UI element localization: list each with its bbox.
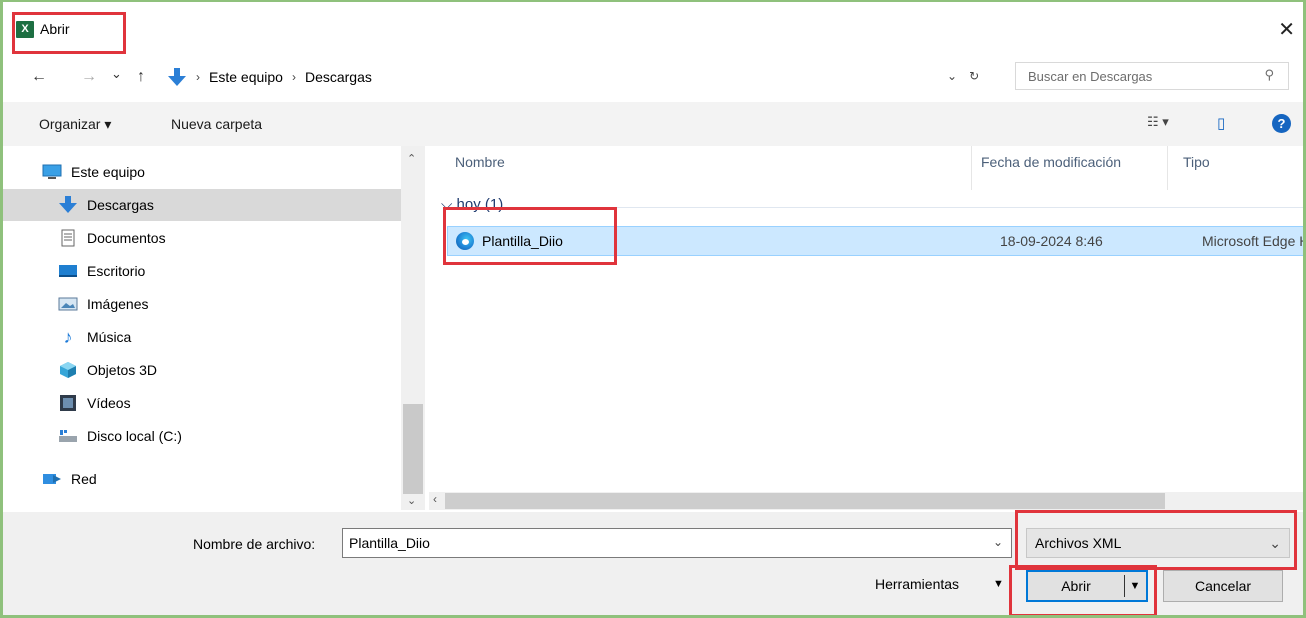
refresh-icon[interactable]: ↻ (969, 69, 979, 83)
filetype-value: Archivos XML (1035, 535, 1122, 551)
filetype-select[interactable]: Archivos XML ⌄ (1026, 528, 1290, 558)
download-icon (57, 196, 79, 214)
breadcrumb-este-equipo[interactable]: Este equipo (209, 69, 283, 85)
dialog-footer: Nombre de archivo: ⌄ Archivos XML ⌄ Herr… (3, 512, 1303, 615)
recent-locations-icon[interactable]: ⌄ (111, 66, 122, 82)
new-folder-button[interactable]: Nueva carpeta (171, 116, 262, 132)
view-options-icon[interactable]: ☷ ▾ (1147, 114, 1169, 130)
sidebar-item-red[interactable]: Red (3, 463, 403, 495)
sidebar-item-label: Imágenes (87, 296, 149, 312)
sidebar-item-descargas[interactable]: Descargas (3, 189, 403, 221)
document-icon (57, 229, 79, 247)
filename-input[interactable] (349, 535, 959, 551)
column-header-name[interactable]: Nombre (455, 154, 505, 170)
excel-icon: X (16, 20, 34, 38)
up-arrow-icon[interactable]: ↑ (137, 68, 145, 86)
sidebar-item-objetos-3d[interactable]: Objetos 3D (3, 354, 403, 386)
sidebar-item-documentos[interactable]: Documentos (3, 222, 403, 254)
file-name: Plantilla_Diio (482, 233, 563, 249)
open-button-label: Abrir (1061, 578, 1091, 594)
sidebar-item-label: Este equipo (71, 164, 145, 180)
sidebar-item-label: Disco local (C:) (87, 428, 182, 444)
address-bar[interactable]: › Este equipo › Descargas (165, 62, 1005, 92)
music-icon: ♪ (63, 326, 73, 347)
tools-menu[interactable]: Herramientas (875, 576, 959, 592)
address-dropdown-icon[interactable]: ⌄ (947, 69, 957, 83)
download-icon (168, 68, 186, 86)
sidebar-item-imagenes[interactable]: Imágenes (3, 288, 403, 320)
horizontal-scroll-thumb[interactable] (445, 493, 1165, 509)
help-icon[interactable]: ? (1272, 114, 1291, 133)
filename-label: Nombre de archivo: (193, 536, 316, 552)
command-bar: Organizar ▾ Nueva carpeta ☷ ▾ ▯ ? (3, 102, 1303, 146)
address-row: ← → ⌄ ↑ › Este equipo › Descargas ⌄ ↻ Bu… (3, 60, 1303, 94)
sidebar-item-disco-local[interactable]: Disco local (C:) (3, 420, 403, 452)
column-header-date[interactable]: Fecha de modificación (981, 154, 1121, 170)
column-header-type[interactable]: Tipo (1183, 154, 1210, 170)
scroll-down-icon[interactable]: ⌄ (407, 494, 416, 507)
computer-icon (41, 163, 63, 181)
title-wrap: X Abrir (12, 14, 70, 44)
scroll-left-icon[interactable]: ‹ (433, 492, 437, 506)
scroll-up-icon[interactable]: ⌃ (407, 152, 416, 165)
breadcrumb-separator: › (196, 70, 200, 84)
open-dialog: X Abrir ✕ ← → ⌄ ↑ › Este equipo › Descar… (0, 0, 1306, 618)
pictures-icon (57, 295, 79, 313)
sidebar-item-label: Objetos 3D (87, 362, 158, 378)
videos-icon (57, 394, 79, 412)
sidebar-item-label: Documentos (87, 230, 166, 246)
nav-scroll-thumb[interactable] (403, 404, 423, 494)
objects3d-icon (57, 361, 79, 379)
open-dropdown-icon[interactable]: ▼ (1125, 580, 1145, 592)
filename-field[interactable]: ⌄ (342, 528, 1012, 558)
drive-icon (57, 427, 79, 445)
title-bar: X Abrir ✕ (3, 2, 1303, 52)
close-icon[interactable]: ✕ (1278, 20, 1295, 40)
group-header-label: hoy (1) (456, 196, 504, 213)
group-divider (533, 207, 1303, 208)
sidebar-item-label: Red (71, 471, 97, 487)
network-icon (41, 470, 63, 488)
chevron-down-icon[interactable]: ⌄ (993, 535, 1003, 549)
organize-menu[interactable]: Organizar ▾ (39, 116, 111, 133)
search-input[interactable]: Buscar en Descargas ⚲ (1015, 62, 1289, 90)
nav-scrollbar[interactable]: ⌃ ⌄ (401, 146, 425, 510)
sidebar-item-label: Descargas (87, 197, 154, 213)
sidebar-item-label: Música (87, 329, 132, 345)
address-controls: ⌄ ↻ (947, 69, 979, 83)
sidebar-item-label: Vídeos (87, 395, 131, 411)
chevron-down-icon[interactable]: ⌄ (1269, 535, 1281, 552)
sidebar-item-videos[interactable]: Vídeos (3, 387, 403, 419)
column-divider[interactable] (971, 146, 972, 190)
cancel-button[interactable]: Cancelar (1163, 570, 1283, 602)
table-row[interactable]: Plantilla_Diio 18-09-2024 8:46 Microsoft… (447, 226, 1303, 256)
sidebar-item-musica[interactable]: ♪ Música (3, 321, 403, 353)
group-header[interactable]: ⌵ hoy (1) (441, 196, 503, 213)
window-title: Abrir (40, 21, 70, 37)
forward-arrow-icon[interactable]: → (81, 68, 97, 86)
file-list: Nombre Fecha de modificación Tipo ⌵ hoy … (429, 146, 1303, 510)
search-placeholder: Buscar en Descargas (1028, 68, 1153, 84)
sidebar-item-este-equipo[interactable]: Este equipo (3, 156, 403, 188)
sidebar-item-label: Escritorio (87, 263, 146, 279)
sidebar-item-escritorio[interactable]: Escritorio (3, 255, 403, 287)
search-icon[interactable]: ⚲ (1264, 67, 1274, 83)
file-type: Microsoft Edge H... (1202, 233, 1303, 249)
preview-pane-icon[interactable]: ▯ (1217, 114, 1225, 132)
breadcrumb-separator: › (291, 70, 296, 84)
edge-icon (456, 232, 474, 250)
desktop-icon (57, 262, 79, 280)
navigation-pane: Este equipo Descargas Documentos Escrito… (3, 146, 425, 510)
horizontal-scrollbar[interactable]: ‹ (429, 492, 1303, 510)
back-arrow-icon[interactable]: ← (31, 68, 47, 86)
column-divider[interactable] (1167, 146, 1168, 190)
tools-dropdown-icon[interactable]: ▼ (993, 578, 1004, 590)
open-button[interactable]: Abrir ▼ (1026, 570, 1148, 602)
breadcrumb-descargas[interactable]: Descargas (305, 69, 372, 85)
file-date: 18-09-2024 8:46 (1000, 233, 1103, 249)
